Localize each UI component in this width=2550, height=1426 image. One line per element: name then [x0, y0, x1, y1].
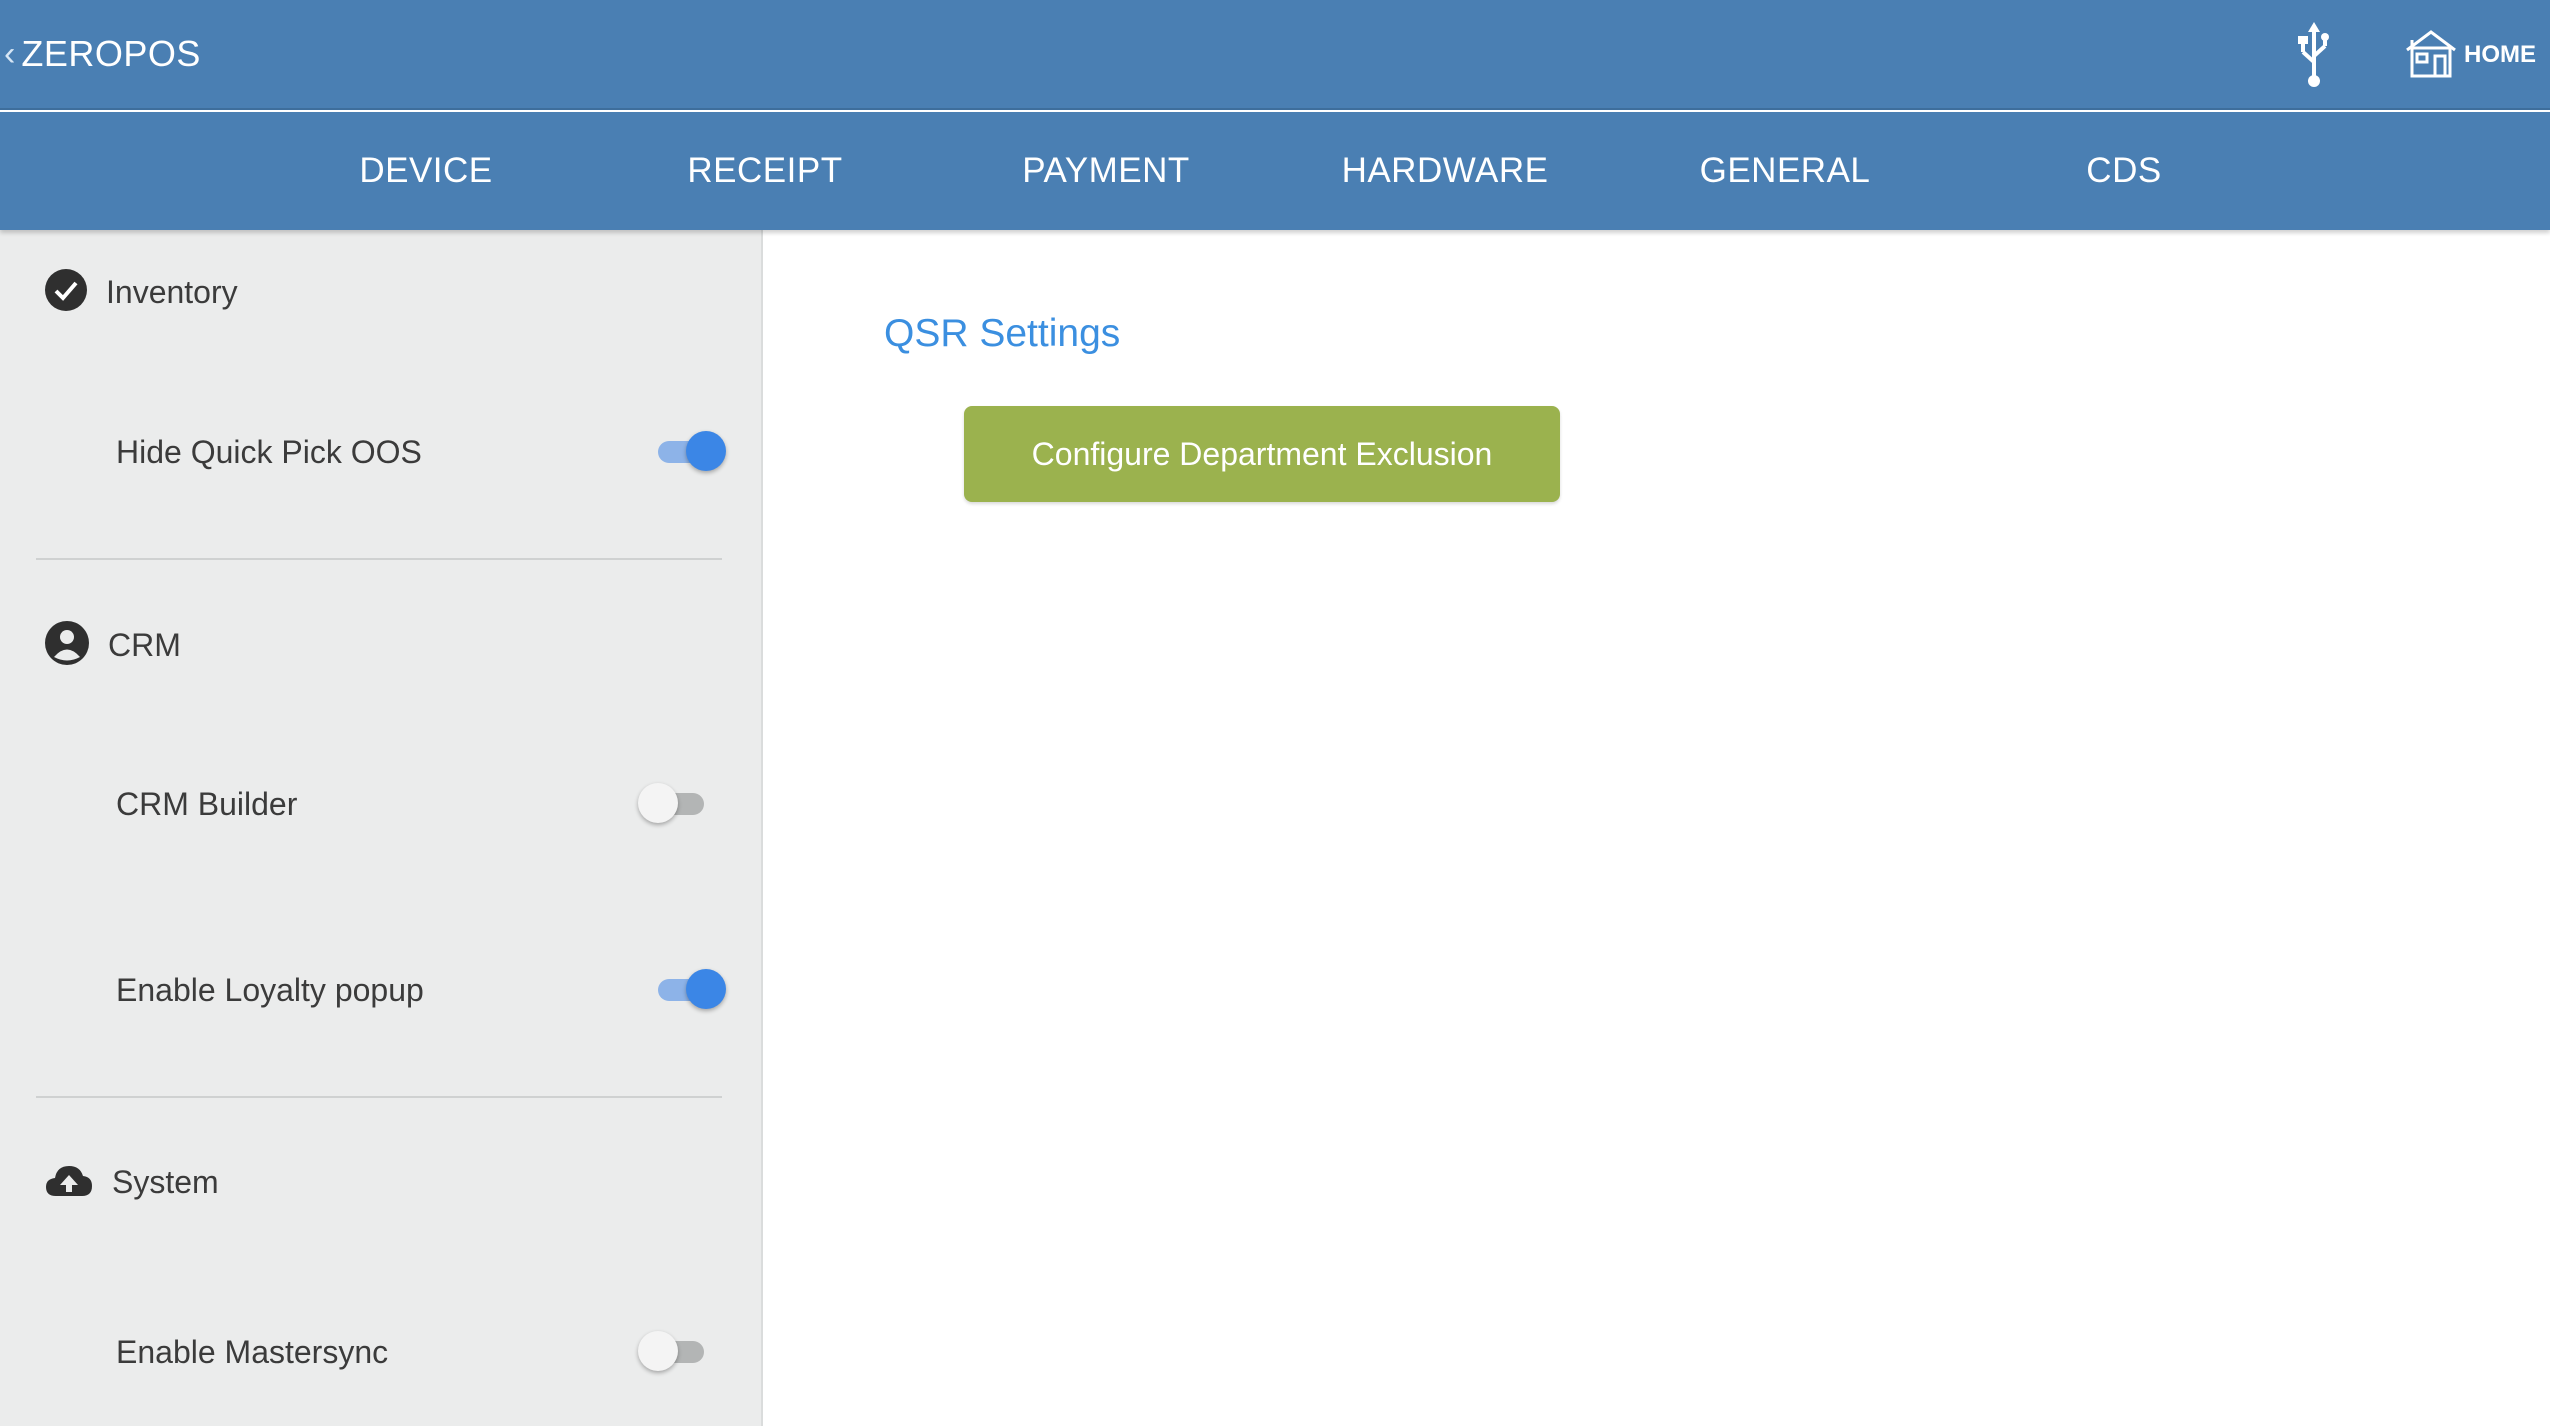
- tab-receipt[interactable]: RECEIPT: [687, 112, 842, 230]
- app-title: ZEROPOS: [21, 33, 201, 74]
- crm-builder-toggle[interactable]: [638, 783, 712, 823]
- section-title: Inventory: [106, 274, 238, 310]
- check-circle-icon: [44, 268, 88, 317]
- settings-panel: Inventory Hide Quick Pick OOS CRM CRM Bu…: [0, 230, 763, 1426]
- qsr-settings-title: QSR Settings: [884, 312, 1121, 355]
- usb-icon[interactable]: [2284, 15, 2344, 95]
- divider: [36, 1096, 722, 1098]
- section-crm: CRM: [44, 620, 181, 671]
- home-label: HOME: [2464, 41, 2536, 68]
- hide-quick-pick-oos-toggle[interactable]: [652, 431, 726, 471]
- home-button[interactable]: HOME: [2404, 28, 2536, 83]
- tab-general[interactable]: GENERAL: [1700, 112, 1871, 230]
- settings-tab-bar: DEVICE RECEIPT PAYMENT HARDWARE GENERAL …: [0, 112, 2550, 230]
- chevron-left-icon: ‹: [4, 35, 16, 73]
- home-icon: [2404, 28, 2458, 83]
- tab-cds[interactable]: CDS: [2086, 112, 2161, 230]
- section-inventory: Inventory: [44, 268, 238, 317]
- section-title: System: [112, 1164, 219, 1200]
- enable-loyalty-popup-toggle[interactable]: [652, 969, 726, 1009]
- account-circle-icon: [44, 620, 90, 671]
- section-system: System: [44, 1162, 219, 1203]
- tab-hardware[interactable]: HARDWARE: [1342, 112, 1549, 230]
- configure-department-exclusion-button[interactable]: Configure Department Exclusion: [964, 406, 1560, 502]
- setting-label: Hide Quick Pick OOS: [116, 434, 422, 470]
- setting-label: Enable Mastersync: [116, 1334, 389, 1370]
- setting-label: Enable Loyalty popup: [116, 972, 424, 1008]
- divider: [36, 558, 722, 560]
- tab-payment[interactable]: PAYMENT: [1022, 112, 1190, 230]
- section-title: CRM: [108, 627, 181, 663]
- back-button[interactable]: ‹ ZEROPOS: [4, 33, 201, 75]
- setting-label: CRM Builder: [116, 786, 298, 822]
- app-bar: ‹ ZEROPOS HOME: [0, 0, 2550, 110]
- cloud-upload-icon: [44, 1162, 94, 1203]
- enable-mastersync-toggle[interactable]: [638, 1331, 712, 1371]
- tab-device[interactable]: DEVICE: [359, 112, 492, 230]
